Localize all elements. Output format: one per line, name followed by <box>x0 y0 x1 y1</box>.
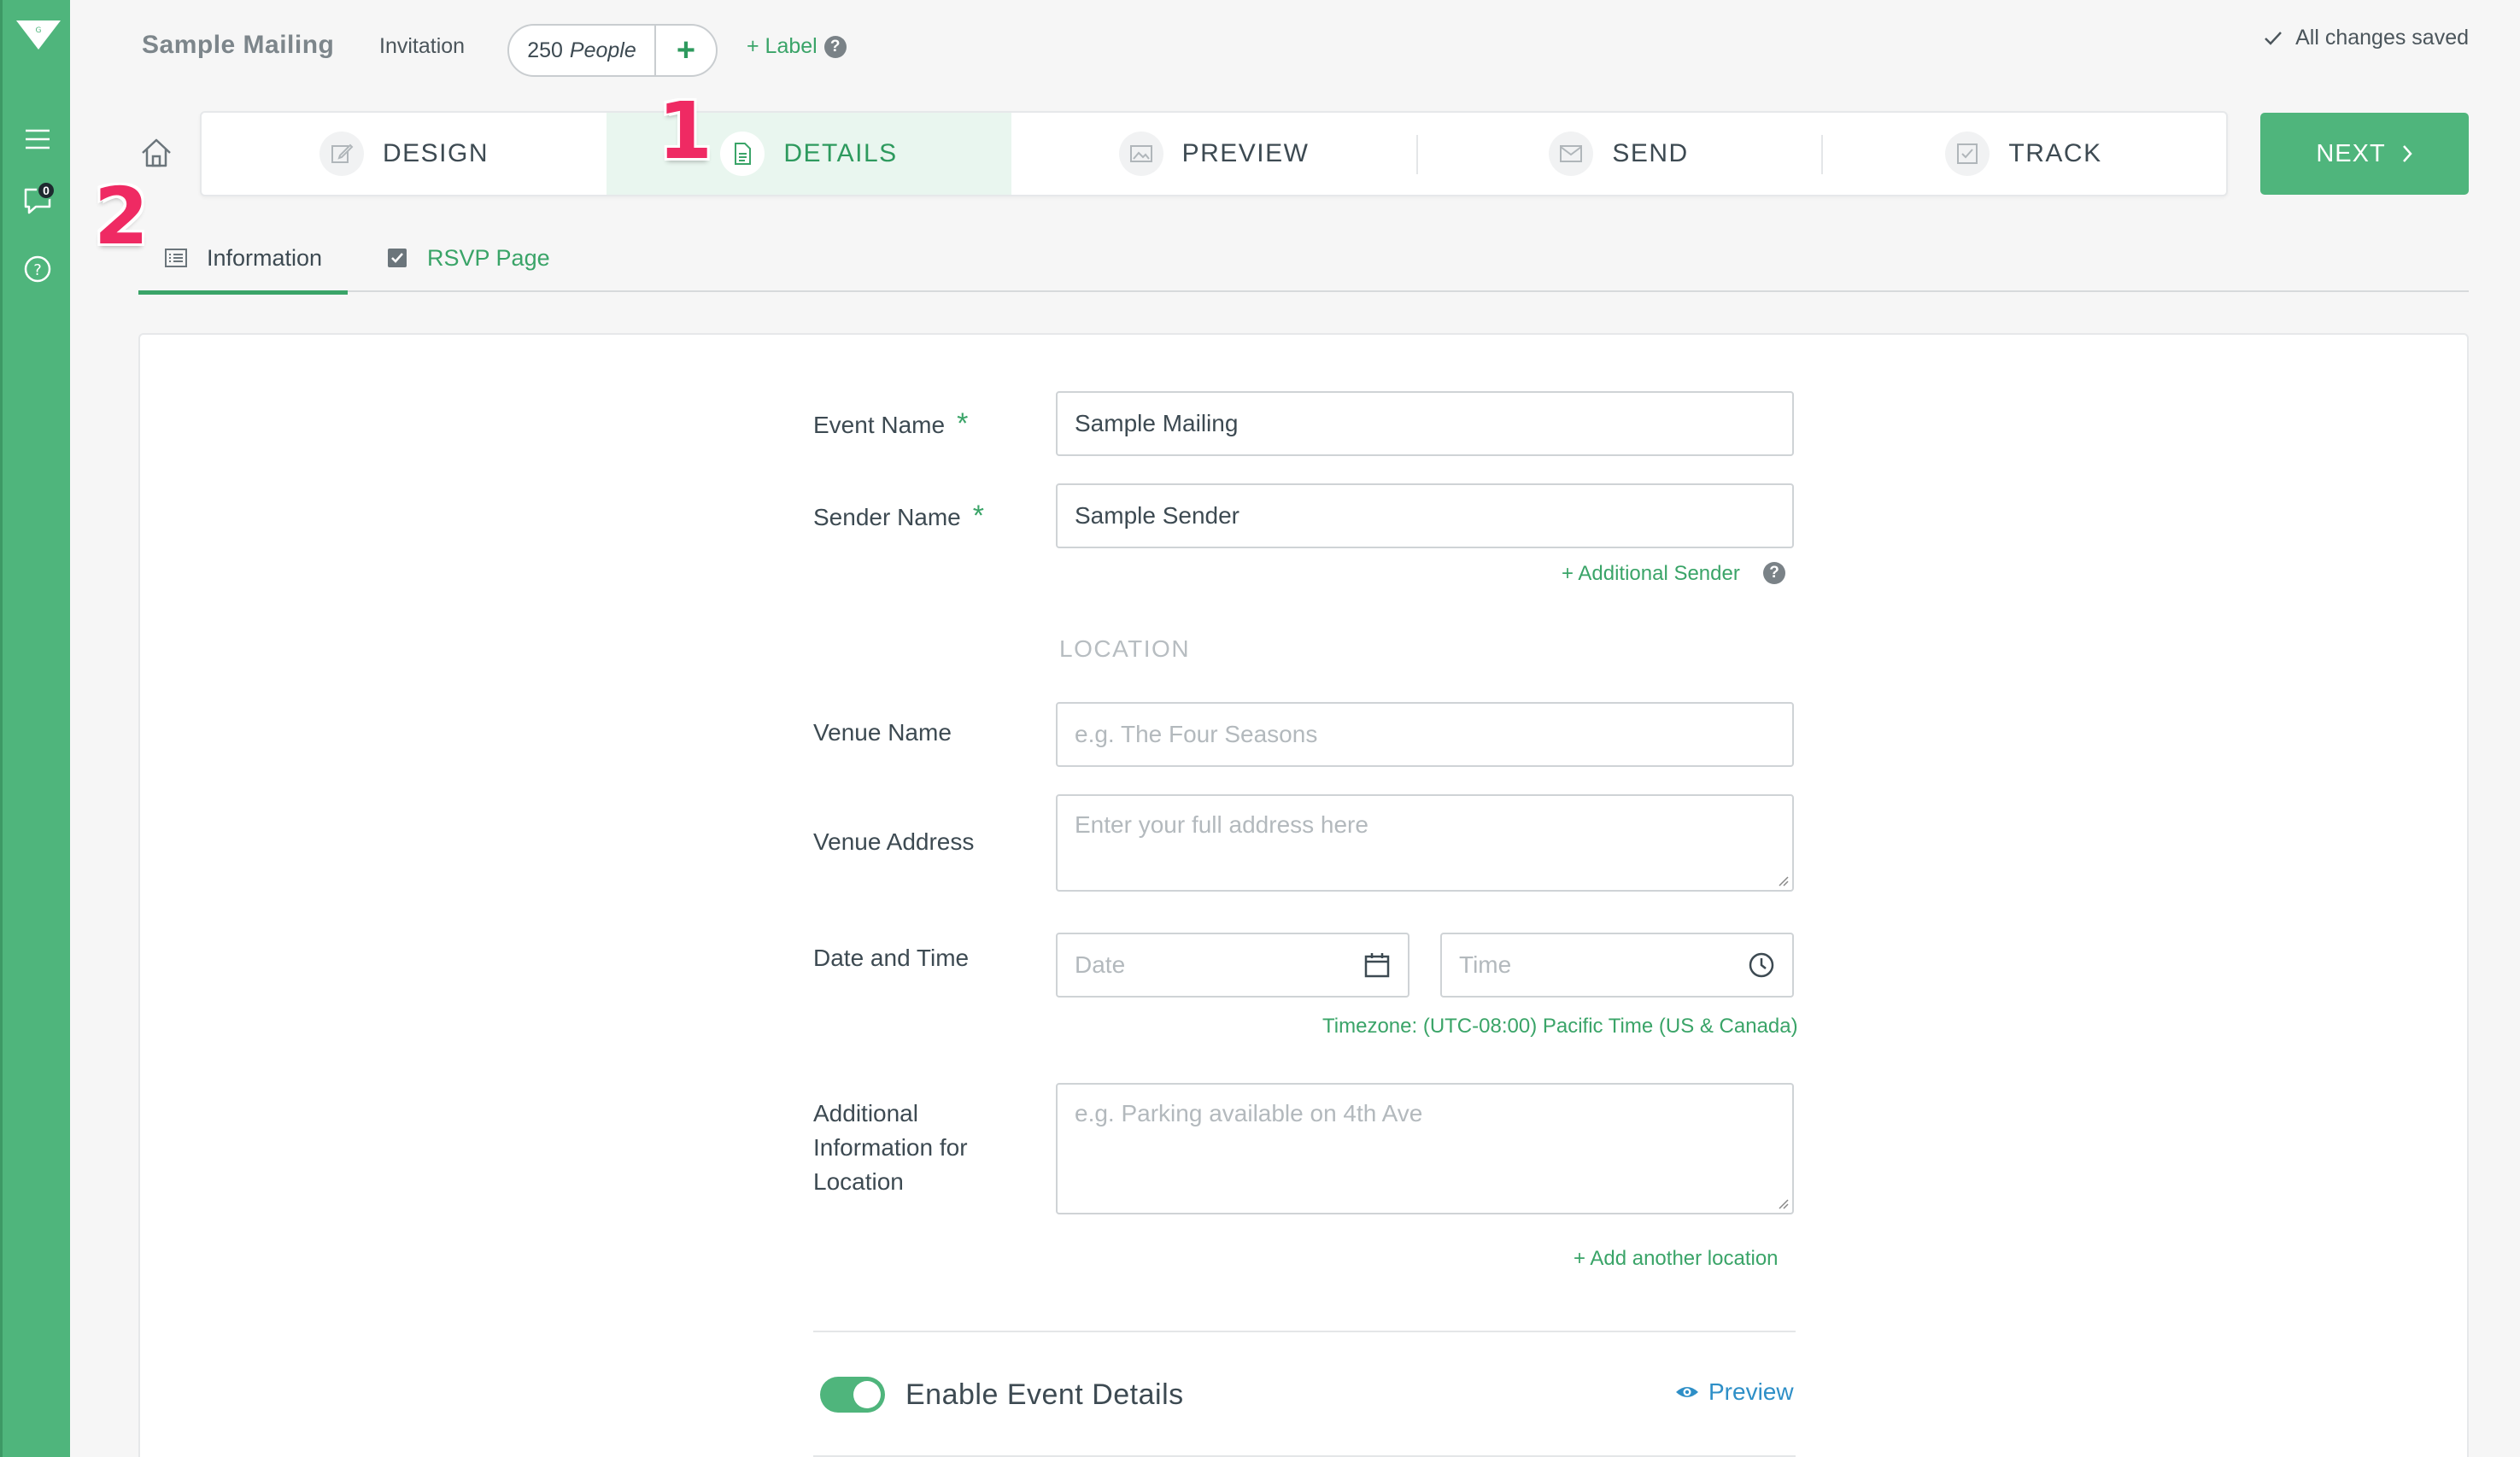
tab-information[interactable]: Information <box>138 224 349 295</box>
venue-name-input[interactable]: e.g. The Four Seasons <box>1056 702 1794 767</box>
additional-info-label-line2: Information for <box>813 1134 968 1161</box>
additional-info-placeholder: e.g. Parking available on 4th Ave <box>1075 1100 1423 1126</box>
chat-icon[interactable]: 0 <box>18 181 57 220</box>
step-track-label: TRACK <box>2008 139 2102 167</box>
chat-count-badge: 0 <box>37 181 56 200</box>
add-label-text: + Label <box>747 34 818 58</box>
required-mark: * <box>957 407 969 440</box>
image-icon <box>1118 132 1163 176</box>
svg-text:G: G <box>36 26 42 35</box>
workflow-steps: DESIGN DETAILS PREVIEW SEND TRACK <box>200 111 2228 196</box>
question-icon[interactable]: ? <box>1763 562 1785 584</box>
date-input[interactable]: Date <box>1056 933 1409 998</box>
next-button-label: NEXT <box>2316 139 2386 167</box>
step-design[interactable]: DESIGN <box>202 113 607 195</box>
logo-icon[interactable]: G <box>11 15 66 55</box>
tab-rsvp-page[interactable]: RSVP Page <box>386 224 550 292</box>
list-icon <box>165 249 187 267</box>
tab-rsvp-label: RSVP Page <box>427 244 550 271</box>
date-placeholder: Date <box>1075 951 1126 978</box>
resize-grip-icon[interactable] <box>1777 875 1789 886</box>
additional-info-label: Additional Information for Location <box>813 1097 968 1199</box>
save-status: All changes saved <box>2263 26 2469 50</box>
time-placeholder: Time <box>1459 951 1512 978</box>
calendar-icon[interactable] <box>1363 951 1391 979</box>
next-button[interactable]: NEXT <box>2260 113 2469 195</box>
step-track[interactable]: TRACK <box>1821 113 2226 195</box>
tab-information-label: Information <box>207 244 323 271</box>
mailing-type[interactable]: Invitation <box>379 34 465 59</box>
home-icon[interactable] <box>138 135 174 171</box>
timezone-link[interactable]: Timezone: (UTC-08:00) Pacific Time (US &… <box>1322 1015 1798 1039</box>
step-send[interactable]: SEND <box>1416 113 1821 195</box>
venue-address-label: Venue Address <box>813 828 975 855</box>
location-heading: LOCATION <box>1059 635 1191 662</box>
checkmark-icon <box>2265 31 2283 45</box>
eye-icon <box>1676 1387 1698 1397</box>
pencil-icon <box>319 132 364 176</box>
event-name-label-text: Event Name <box>813 412 946 438</box>
checked-box-icon <box>388 249 407 267</box>
question-icon[interactable]: ? <box>823 35 847 58</box>
recipients-count[interactable]: 250 People <box>509 26 656 75</box>
required-mark: * <box>972 500 984 532</box>
step-preview[interactable]: PREVIEW <box>1011 113 1416 195</box>
clock-icon[interactable] <box>1748 951 1775 979</box>
recipients-unit: People <box>569 38 636 62</box>
venue-name-label: Venue Name <box>813 719 952 746</box>
add-label-link[interactable]: + Label ? <box>747 34 847 59</box>
recipients-number: 250 <box>527 38 563 62</box>
date-time-label: Date and Time <box>813 945 970 971</box>
step-details-label: DETAILS <box>783 139 898 167</box>
sender-name-label: Sender Name * <box>813 499 984 535</box>
details-form-card: Event Name * Sample Mailing Sender Name * … <box>138 333 2469 1457</box>
additional-info-textarea[interactable]: e.g. Parking available on 4th Ave <box>1056 1083 1794 1214</box>
document-icon <box>720 132 765 176</box>
svg-text:?: ? <box>33 261 42 279</box>
save-status-text: All changes saved <box>2295 26 2469 50</box>
additional-info-label-line1: Additional <box>813 1100 918 1126</box>
event-name-input[interactable]: Sample Mailing <box>1056 391 1794 456</box>
annotation-marker-1: 1 <box>658 85 713 177</box>
enable-event-details-label: Enable Event Details <box>905 1378 1184 1411</box>
preview-link-text: Preview <box>1708 1378 1794 1405</box>
venue-address-textarea[interactable]: Enter your full address here <box>1056 794 1794 892</box>
sender-name-input[interactable]: Sample Sender <box>1056 483 1794 548</box>
venue-address-placeholder: Enter your full address here <box>1075 811 1368 838</box>
help-icon[interactable]: ? <box>18 249 57 289</box>
additional-sender-link[interactable]: + Additional Sender <box>1562 562 1740 586</box>
resize-grip-icon[interactable] <box>1777 1197 1789 1209</box>
sender-name-label-text: Sender Name <box>813 504 961 530</box>
chevron-right-icon <box>2402 145 2412 162</box>
step-preview-label: PREVIEW <box>1181 139 1310 167</box>
enable-event-details-toggle[interactable] <box>820 1377 885 1413</box>
details-subtabs: Information RSVP Page <box>138 224 2469 295</box>
checkbox-icon <box>1945 132 1990 176</box>
section-divider <box>813 1331 1796 1332</box>
step-send-label: SEND <box>1612 139 1689 167</box>
envelope-icon <box>1549 132 1594 176</box>
event-name-label: Event Name * <box>813 407 968 442</box>
menu-icon[interactable] <box>18 120 57 159</box>
time-input[interactable]: Time <box>1440 933 1794 998</box>
preview-link[interactable]: Preview <box>1674 1378 1794 1406</box>
mailing-title[interactable]: Sample Mailing <box>142 31 334 60</box>
add-another-location-link[interactable]: + Add another location <box>1574 1247 1779 1271</box>
recipients-pill: 250 People + <box>507 24 718 77</box>
additional-info-label-line3: Location <box>813 1168 904 1195</box>
add-recipients-button[interactable]: + <box>656 26 716 75</box>
left-sidebar: G 0 ? <box>0 0 70 1457</box>
step-design-label: DESIGN <box>382 139 489 167</box>
